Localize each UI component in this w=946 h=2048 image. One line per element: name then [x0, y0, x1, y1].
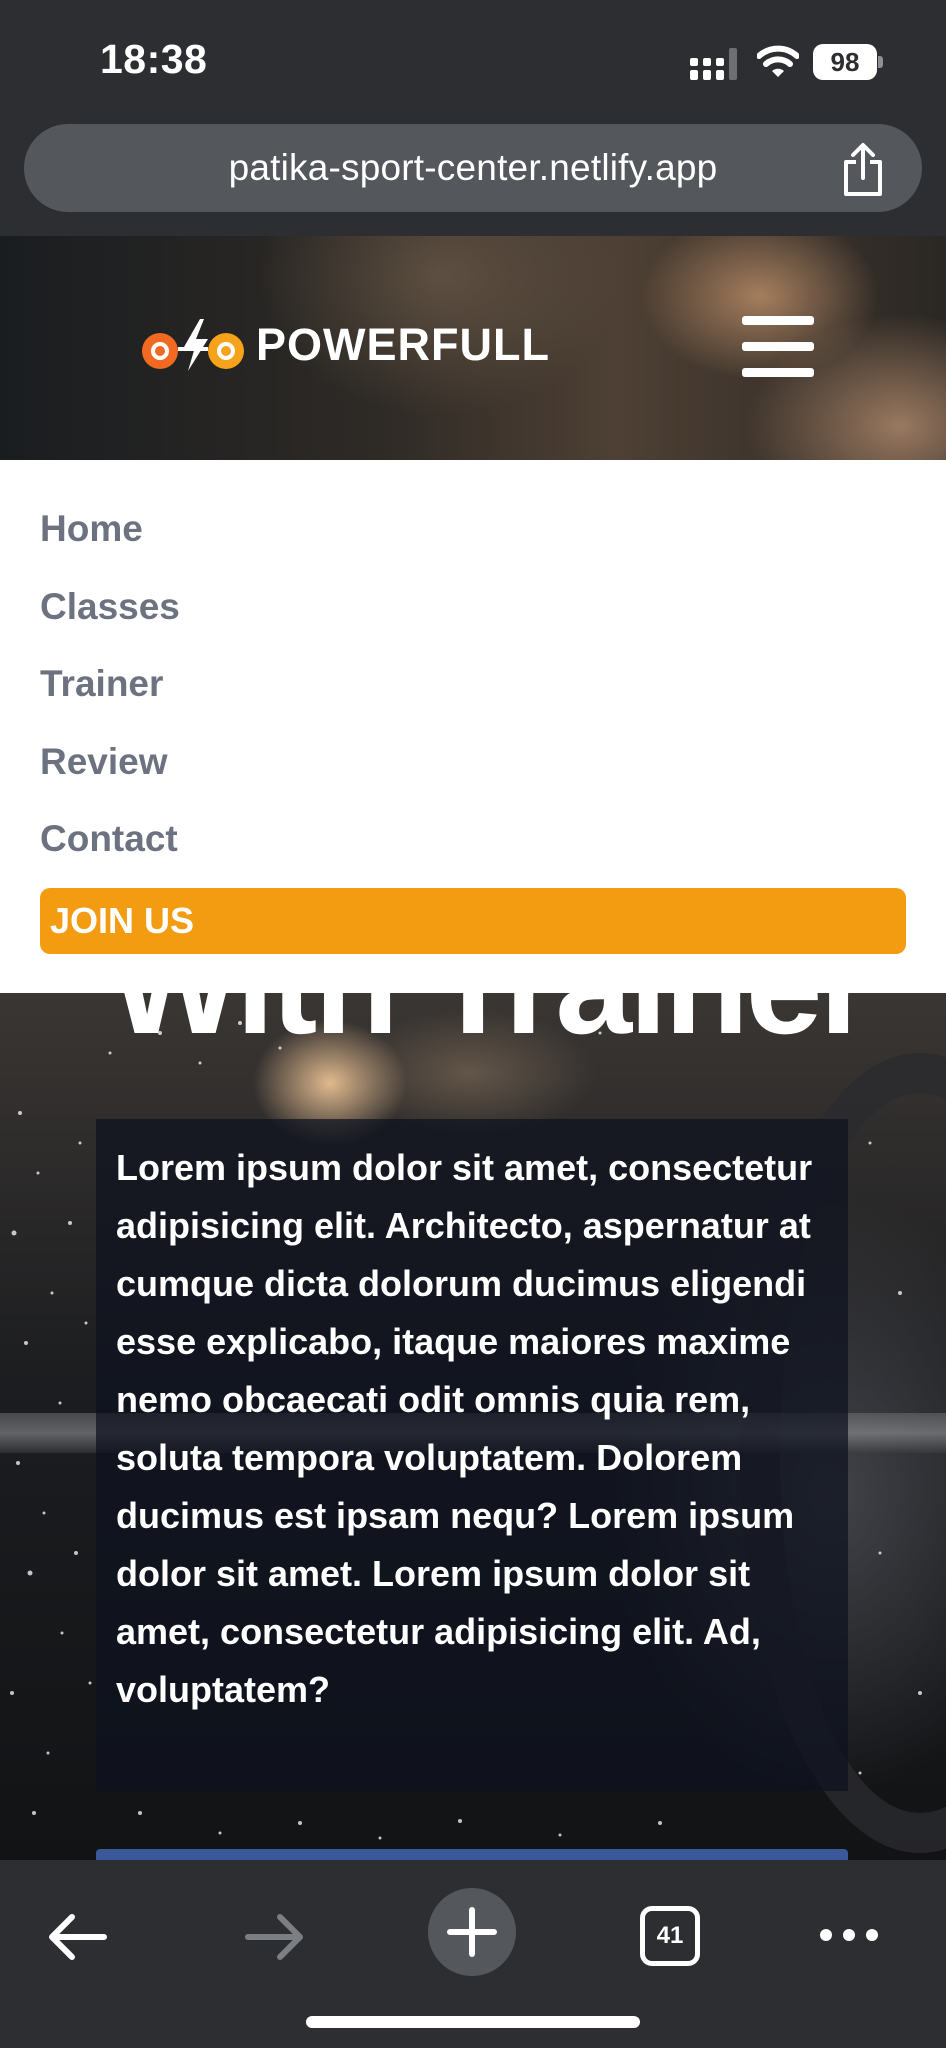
- battery-indicator: 98: [813, 44, 883, 80]
- more-dots-icon[interactable]: [818, 1920, 880, 1950]
- nav-item-classes[interactable]: Classes: [40, 586, 180, 628]
- hero-text-box: Lorem ipsum dolor sit amet, consectetur …: [96, 1119, 848, 1791]
- hamburger-menu-icon[interactable]: [742, 316, 814, 378]
- hero-description: Lorem ipsum dolor sit amet, consectetur …: [116, 1147, 813, 1710]
- hero-section: With Trainer Lorem ipsum dolor sit amet,…: [0, 993, 946, 1860]
- nav-item-contact[interactable]: Contact: [40, 818, 178, 860]
- status-bar: 18:38 98: [0, 0, 946, 118]
- share-icon[interactable]: [838, 142, 888, 198]
- nav-dropdown: Home Classes Trainer Review Contact JOIN…: [0, 460, 946, 993]
- battery-level: 98: [813, 44, 877, 80]
- nav-item-review[interactable]: Review: [40, 741, 168, 783]
- site-header: POWERFULL: [0, 236, 946, 460]
- url-text[interactable]: patika-sport-center.netlify.app: [24, 124, 922, 212]
- wifi-icon: [757, 45, 799, 77]
- hero-title: With Trainer: [110, 993, 946, 1066]
- mobile-browser-screen: 18:38 98 patika-sport-center.netlify.app: [0, 0, 946, 2048]
- back-arrow-icon[interactable]: [46, 1912, 108, 1962]
- battery-tip: [878, 56, 883, 68]
- nav-item-trainer[interactable]: Trainer: [40, 663, 163, 705]
- tab-count-button[interactable]: 41: [640, 1906, 700, 1966]
- dumbbell-logo-icon: [142, 319, 244, 371]
- home-indicator[interactable]: [306, 2016, 640, 2028]
- join-us-button[interactable]: JOIN US: [40, 888, 906, 954]
- new-tab-button[interactable]: [428, 1888, 516, 1976]
- status-time: 18:38: [100, 36, 208, 82]
- hero-cta-button[interactable]: [96, 1849, 848, 1860]
- site-logo[interactable]: POWERFULL: [138, 313, 558, 377]
- plus-icon: [447, 1907, 497, 1957]
- nav-item-home[interactable]: Home: [40, 508, 143, 550]
- logo-text: POWERFULL: [256, 319, 550, 370]
- forward-arrow-icon[interactable]: [244, 1912, 306, 1962]
- address-bar[interactable]: patika-sport-center.netlify.app: [24, 124, 922, 212]
- cellular-signal-icon: [690, 48, 737, 80]
